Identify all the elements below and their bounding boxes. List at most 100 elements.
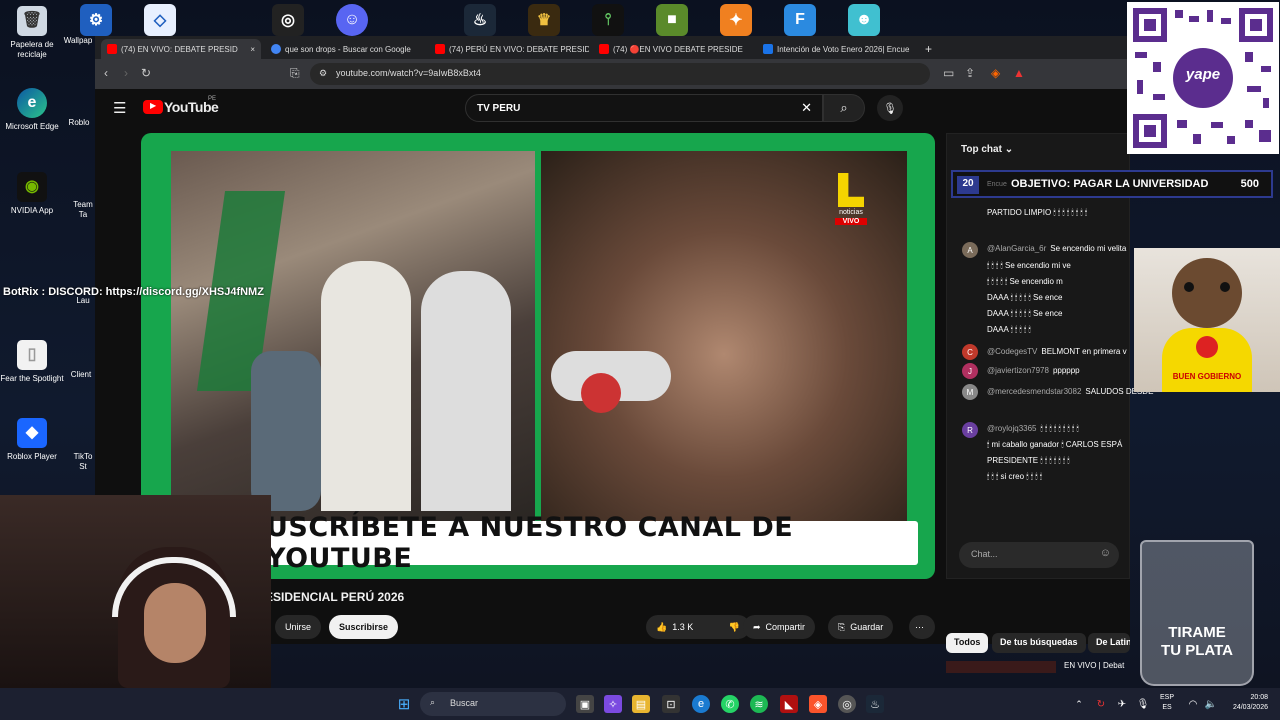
site-info-icon[interactable]: ⚙ [319,68,327,79]
avatar: M [962,384,978,400]
chat-message: 🕯 🕯 🕯 🕯 🕯 Se encendio m [987,277,1063,287]
desktop-icon-roblox[interactable]: ◆ Roblox Player [0,418,64,462]
tab-label: (74) PERÚ EN VIVO: DEBATE PRESIDE [449,44,589,54]
dog-eye-shape [1220,282,1230,292]
related-video[interactable]: EN VIVO | Debat [946,659,1130,677]
tab-1[interactable]: (74) EN VIVO: DEBATE PRESID × [101,39,261,59]
spotify-icon[interactable]: ≋ [750,695,768,713]
search-icon: ⌕ [430,697,436,707]
save-label: Guardar [850,622,884,632]
steam-taskbar-icon[interactable]: ♨ [866,695,884,713]
app-icon-top-2[interactable]: ◇ [144,4,176,36]
tab-3[interactable]: (74) PERÚ EN VIVO: DEBATE PRESIDE [429,39,589,59]
back-icon[interactable]: ‹ [104,66,108,80]
brave-icon[interactable]: ◈ [809,695,827,713]
share-icon[interactable]: ⇪ [965,66,975,80]
avatar: C [962,344,978,360]
tray-app-icon[interactable]: ↻ [1092,695,1110,713]
desktop-icon-tiktok[interactable]: TikTo St [70,452,96,472]
share-button[interactable]: ➦ Compartir [743,615,816,639]
store-icon[interactable]: ⊡ [662,695,680,713]
obs-taskbar-icon[interactable]: ◎ [838,695,856,713]
chat-author[interactable]: @AlanGarcia_6r [987,244,1046,253]
app-icon-top-1[interactable]: ⚙ [80,4,112,36]
avatar: A [962,242,978,258]
counter-strike-icon[interactable]: ✦ [720,4,752,36]
lang-bottom: ES [1162,704,1172,711]
game-icon-2[interactable]: ⫯ [592,4,624,36]
brave-shield-icon[interactable]: ◈ [991,66,1000,80]
steam-icon[interactable]: ♨ [464,4,496,36]
avatar: R [962,422,978,438]
tray-icon-2[interactable]: ✈ [1113,695,1131,713]
microphone-icon[interactable]: 🎙 [1134,695,1152,713]
discord-icon[interactable]: ☺ [336,4,368,36]
chip-searches[interactable]: De tus búsquedas [992,633,1086,653]
desktop-icon-fear-spotlight[interactable]: ▯ Fear the Spotlight [0,340,64,384]
desktop-icon-nvidia[interactable]: ◉ NVIDIA App [0,172,64,216]
join-button[interactable]: Unirse [275,615,322,639]
thumbs-down-icon[interactable]: 👎 [729,622,740,633]
wifi-icon[interactable]: ◠ [1184,695,1202,713]
chat-author[interactable]: @roylojq3365 [987,424,1036,433]
edge-taskbar-icon[interactable]: e [692,695,710,713]
menu-icon[interactable]: ☰ [113,99,126,117]
desktop-icon-recycle-bin[interactable]: 🗑 Papelera de reciclaje [0,6,64,60]
url-field[interactable]: ⚙ youtube.com/watch?v=9aIwB8xBxt4 [310,63,930,85]
screen-icon[interactable]: ▭ [943,66,954,80]
language-indicator[interactable]: ESP ES [1160,693,1174,713]
minecraft-icon[interactable]: ■ [656,4,688,36]
search-button[interactable]: ⌕ [823,94,865,122]
file-explorer-icon[interactable]: ▤ [632,695,650,713]
desktop-icon-label: Roblox Player [7,452,57,461]
chip-all[interactable]: Todos [946,633,989,653]
tab-4[interactable]: (74) 🔴EN VIVO DEBATE PRESIDE [593,39,753,59]
obs-icon[interactable]: ◎ [272,4,304,36]
chat-input[interactable]: Chat... ☺ [959,542,1119,568]
like-button[interactable]: 👍 1.3 K 👎 [646,615,750,639]
desktop-icon-edge[interactable]: e Microsoft Edge [0,88,64,132]
voice-search-button[interactable]: 🎙 [877,95,903,121]
app-icon-red[interactable]: ◣ [780,695,798,713]
new-tab-button[interactable]: + [919,39,939,59]
close-icon[interactable]: × [250,45,255,54]
desktop-icon-wallpaper[interactable]: Wallpap [58,36,98,46]
address-bar: ‹ › ↻ ⎘ ⚙ youtube.com/watch?v=9aIwB8xBxt… [95,59,1130,89]
tab-2[interactable]: que son drops - Buscar con Google [265,39,425,59]
emoji-icon[interactable]: ☺ [1100,547,1111,559]
forward-icon[interactable]: › [124,66,128,80]
save-button[interactable]: ⎘ Guardar [828,615,894,639]
volume-icon[interactable]: 🔈 [1202,695,1220,713]
copilot-icon[interactable]: ✧ [604,695,622,713]
tab-5[interactable]: Intención de Voto Enero 2026| Encue [757,39,917,59]
brave-rewards-icon[interactable]: ▲ [1013,66,1025,80]
more-actions-button[interactable]: ⋯ [909,615,935,639]
game-icon-4[interactable]: ☻ [848,4,880,36]
chat-message: DAAA 🕯 🕯 🕯 🕯 🕯 [987,325,1031,335]
chevron-up-icon[interactable]: ⌃ [1070,695,1088,713]
desktop-icon-team[interactable]: Team Ta [70,200,96,220]
search-input[interactable]: TV PERU ✕ [465,94,823,122]
bookmark-icon[interactable]: ⎘ [290,66,300,81]
search-value: TV PERU [477,103,521,114]
clock-time: 20:08 [1250,694,1268,701]
game-icon-3[interactable]: F [784,4,816,36]
desktop-icon-client[interactable]: Client [66,370,96,380]
taskbar-search[interactable]: ⌕ Buscar [420,692,566,716]
desktop-icon-roblox-studio[interactable]: Roblo [62,118,96,128]
chat-author[interactable]: @mercedesmendstar3082 [987,387,1081,396]
subscribe-button[interactable]: Suscribirse [329,615,399,639]
chip-channel[interactable]: De Latina Noticia [1088,633,1130,653]
reload-icon[interactable]: ↻ [141,66,151,80]
whatsapp-icon[interactable]: ✆ [721,695,739,713]
clear-search-icon[interactable]: ✕ [801,100,812,116]
chat-header[interactable]: Top chat ⌄ [947,134,1131,166]
chat-author[interactable]: @CodegesTV [987,347,1037,356]
chat-author[interactable]: @javiertizon7978 [987,366,1049,375]
task-view-icon[interactable]: ▣ [576,695,594,713]
clock[interactable]: 20:08 24/03/2026 [1226,693,1268,713]
start-icon[interactable]: ⊞ [395,695,413,713]
game-icon[interactable]: ♛ [528,4,560,36]
bookmark-save-icon: ⎘ [838,621,846,632]
sun-logo-icon [1196,336,1218,358]
